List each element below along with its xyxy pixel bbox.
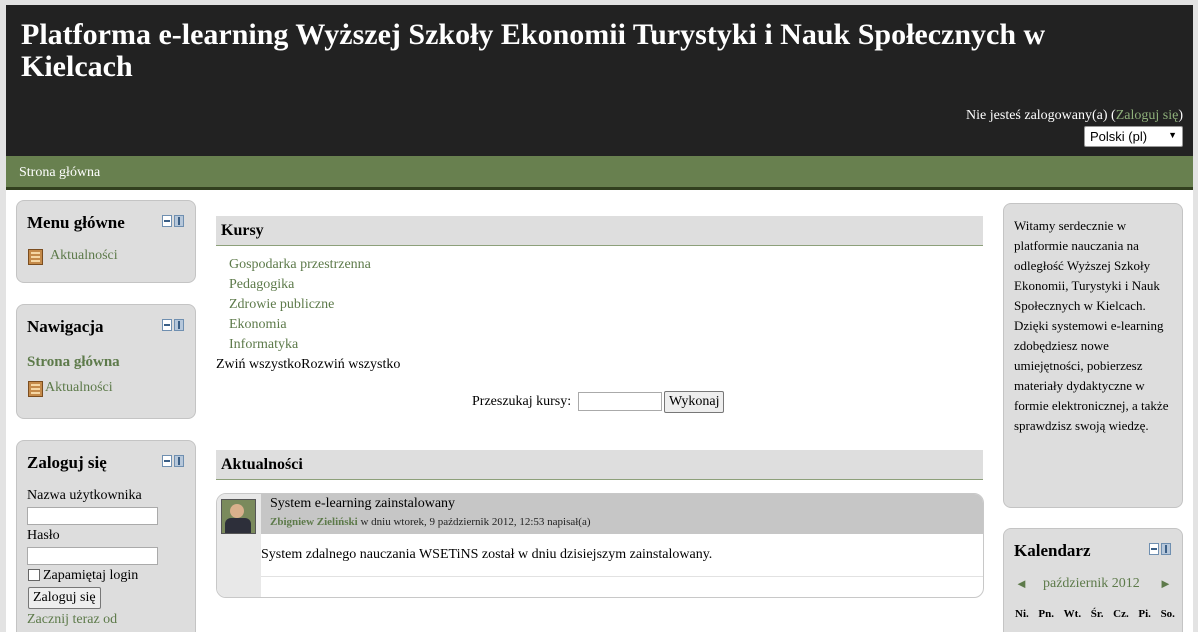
remember-label: Zapamiętaj login xyxy=(43,568,139,583)
login-block-title: Zaloguj się xyxy=(27,453,107,472)
breadcrumb-home[interactable]: Strona główna xyxy=(19,165,100,181)
navigation-home-link[interactable]: Strona główna xyxy=(27,354,120,371)
avatar[interactable] xyxy=(221,499,256,534)
login-info: Nie jesteś zalogowany(a) (Zaloguj się) xyxy=(966,108,1183,123)
course-search-label: Przeszukaj kursy: xyxy=(472,394,572,409)
calendar-prev-month[interactable]: ◄ xyxy=(1015,576,1028,592)
post-subject: System e-learning zainstalowany xyxy=(270,496,456,511)
welcome-text: Witamy serdecznie w platformie nauczania… xyxy=(1014,218,1169,433)
main-menu-item-news[interactable]: Aktualności xyxy=(50,248,118,264)
calendar-weekdays: Ni. Pn. Wt. Śr. Cz. Pi. So. xyxy=(1015,608,1175,620)
login-status-text: Nie jesteś zalogowany(a) xyxy=(966,108,1108,123)
hide-block-icon[interactable] xyxy=(1149,543,1171,555)
password-label: Hasło xyxy=(27,528,60,543)
calendar-title: Kalendarz xyxy=(1014,541,1091,560)
page-container: Platforma e-learning Wyższej Szkoły Ekon… xyxy=(6,5,1193,632)
course-search-button[interactable]: Wykonaj xyxy=(664,391,725,413)
course-link[interactable]: Gospodarka przestrzenna xyxy=(229,257,371,273)
expand-all-link[interactable]: Rozwiń wszystko xyxy=(301,357,400,372)
news-post: System e-learning zainstalowany Zbigniew… xyxy=(216,493,984,598)
language-select-value: Polski (pl) xyxy=(1090,129,1148,144)
navigation-title: Nawigacja xyxy=(27,317,104,336)
navigation-block: Nawigacja Strona główna Aktualności xyxy=(16,304,196,419)
post-body: System zdalnego nauczania WSETiNS został… xyxy=(261,547,713,562)
username-field[interactable] xyxy=(27,507,158,525)
main-menu-title: Menu główne xyxy=(27,213,125,232)
calendar-next-month[interactable]: ► xyxy=(1159,576,1172,592)
login-block: Zaloguj się Nazwa użytkownika Hasło Zapa… xyxy=(16,440,196,632)
news-title: Aktualności xyxy=(221,456,303,473)
start-now-link[interactable]: Zacznij teraz od xyxy=(27,612,117,628)
course-link[interactable]: Informatyka xyxy=(229,337,298,353)
course-search-input[interactable] xyxy=(578,392,662,411)
breadcrumb-bar: Strona główna xyxy=(6,156,1193,190)
site-header: Platforma e-learning Wyższej Szkoły Ekon… xyxy=(6,5,1193,156)
main-menu-block: Menu główne Aktualności xyxy=(16,200,196,283)
forum-icon xyxy=(28,249,43,265)
post-meta: Zbigniew Zieliński w dniu wtorek, 9 paźd… xyxy=(270,516,591,528)
username-label: Nazwa użytkownika xyxy=(27,488,142,503)
post-header: System e-learning zainstalowany Zbigniew… xyxy=(261,494,983,534)
weekday-label: So. xyxy=(1160,608,1175,620)
weekday-label: Cz. xyxy=(1113,608,1129,620)
hide-block-icon[interactable] xyxy=(162,215,184,227)
weekday-label: Wt. xyxy=(1063,608,1082,620)
post-author-link[interactable]: Zbigniew Zieliński xyxy=(270,516,358,528)
collapse-all-link[interactable]: Zwiń wszystko xyxy=(216,357,301,372)
course-link[interactable]: Ekonomia xyxy=(229,317,287,333)
language-select[interactable]: Polski (pl) ▼ xyxy=(1084,126,1183,147)
collapse-expand-controls: Zwiń wszystkoRozwiń wszystko xyxy=(216,357,400,373)
post-footer-divider xyxy=(261,576,983,577)
courses-heading: Kursy xyxy=(216,216,983,246)
weekday-label: Pn. xyxy=(1038,608,1054,620)
remember-checkbox[interactable] xyxy=(28,569,40,581)
login-link[interactable]: Zaloguj się xyxy=(1116,108,1179,123)
calendar-block: Kalendarz ◄ październik 2012 ► Ni. Pn. W… xyxy=(1003,528,1183,632)
forum-icon xyxy=(28,381,43,397)
weekday-label: Ni. xyxy=(1015,608,1029,620)
hide-block-icon[interactable] xyxy=(162,455,184,467)
post-author-column xyxy=(217,494,261,597)
hide-block-icon[interactable] xyxy=(162,319,184,331)
courses-title: Kursy xyxy=(221,222,264,239)
course-link[interactable]: Pedagogika xyxy=(229,277,294,293)
weekday-label: Śr. xyxy=(1090,608,1104,620)
login-submit-button[interactable]: Zaloguj się xyxy=(28,587,101,609)
chevron-down-icon: ▼ xyxy=(1168,130,1177,140)
navigation-item-news[interactable]: Aktualności xyxy=(45,380,113,396)
post-date: w dniu wtorek, 9 październik 2012, 12:53… xyxy=(360,516,591,528)
password-field[interactable] xyxy=(27,547,158,565)
weekday-label: Pi. xyxy=(1138,608,1151,620)
calendar-month-link[interactable]: październik 2012 xyxy=(1043,576,1140,592)
welcome-block: Witamy serdecznie w platformie nauczania… xyxy=(1003,203,1183,508)
site-title: Platforma e-learning Wyższej Szkoły Ekon… xyxy=(21,18,1046,83)
news-heading: Aktualności xyxy=(216,450,983,480)
course-link[interactable]: Zdrowie publiczne xyxy=(229,297,334,313)
